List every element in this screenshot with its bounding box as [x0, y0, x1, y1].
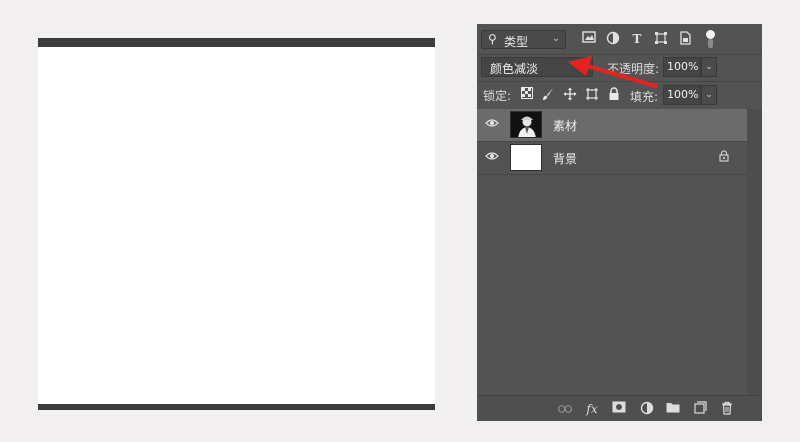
new-group-folder-icon[interactable]: [665, 401, 681, 417]
new-adjustment-layer-icon[interactable]: [639, 401, 655, 417]
fill-label: 填充:: [630, 90, 659, 104]
layer-row[interactable]: 背景: [477, 142, 747, 175]
fx-icon[interactable]: fx: [584, 401, 600, 417]
link-layers-icon[interactable]: [557, 401, 573, 417]
filter-type-select[interactable]: ⚲ 类型 ⌄: [481, 30, 566, 49]
filter-row: ⚲ 类型 ⌄ T: [477, 24, 762, 55]
eye-icon[interactable]: [485, 150, 499, 164]
shape-layer-filter-icon[interactable]: [653, 31, 669, 47]
filter-toggle[interactable]: [705, 30, 715, 48]
type-layer-filter-icon[interactable]: T: [629, 31, 645, 47]
lock-label: 锁定:: [483, 89, 512, 103]
chevron-down-icon: ⌄: [551, 33, 560, 44]
layer-thumbnail: [510, 111, 542, 138]
canvas-top-edge: [38, 38, 435, 47]
search-icon: ⚲: [488, 32, 497, 46]
layers-footer: fx: [477, 395, 762, 421]
annotation-arrow: [568, 56, 658, 88]
layers-scrollbar[interactable]: [747, 109, 762, 395]
trash-icon[interactable]: [719, 401, 735, 417]
new-layer-icon[interactable]: [692, 401, 708, 417]
opacity-dropdown-button[interactable]: ⌄: [701, 57, 717, 77]
lock-image-pixels-icon[interactable]: [540, 87, 556, 103]
toggle-knob: [706, 30, 715, 39]
layer-name: 素材: [553, 119, 578, 133]
toggle-stem: [708, 39, 713, 48]
filter-type-label: 类型: [504, 35, 529, 49]
layer-list: 素材 背景: [477, 109, 747, 175]
document-canvas[interactable]: [38, 38, 435, 410]
lock-icon: [719, 150, 729, 165]
opacity-input[interactable]: 100%: [663, 57, 701, 77]
pixel-layer-filter-icon[interactable]: [581, 31, 597, 47]
smart-object-filter-icon[interactable]: [677, 31, 693, 47]
blend-mode-value: 颜色减淡: [490, 62, 539, 76]
fill-dropdown-button[interactable]: ⌄: [701, 85, 717, 105]
eye-icon[interactable]: [485, 117, 499, 131]
lock-transparent-pixels-icon[interactable]: [519, 87, 535, 103]
canvas-bottom-edge: [38, 404, 435, 410]
layer-row[interactable]: 素材: [477, 109, 747, 142]
fill-input[interactable]: 100%: [663, 85, 701, 105]
layer-name: 背景: [553, 152, 578, 166]
layer-thumbnail: [510, 144, 542, 171]
add-mask-icon[interactable]: [611, 401, 627, 417]
adjustment-layer-filter-icon[interactable]: [605, 31, 621, 47]
